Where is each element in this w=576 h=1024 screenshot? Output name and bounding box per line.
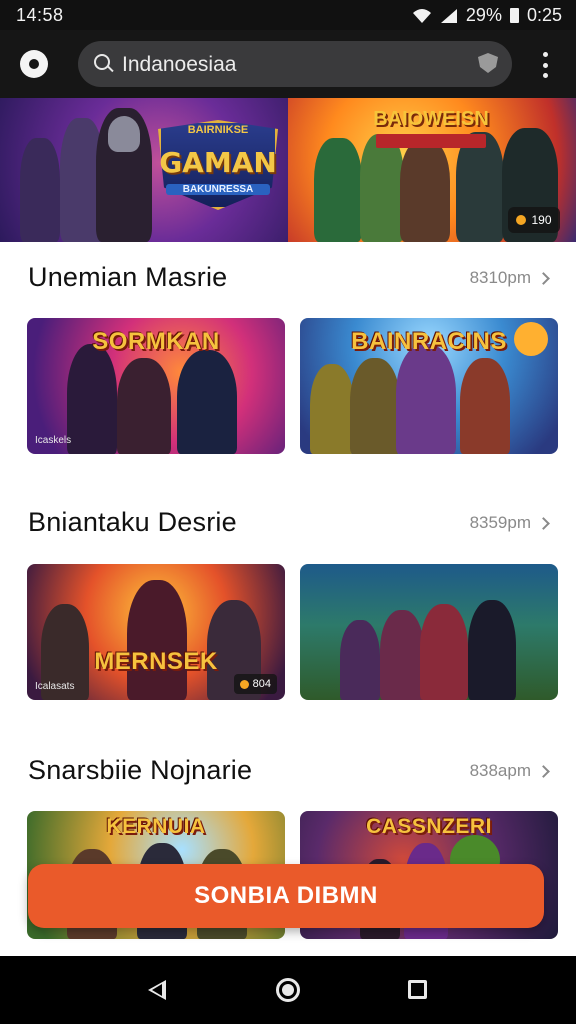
section-more-text: 8359pm (469, 513, 531, 532)
section-more-link[interactable]: 8310pm (469, 268, 550, 288)
section-more-text: 8310pm (469, 268, 531, 287)
wifi-icon (412, 8, 431, 23)
section-header: Bniantaku Desrie 8359pm (28, 507, 550, 543)
section-more-link[interactable]: 8359pm (469, 513, 550, 533)
search-icon (94, 54, 110, 70)
status-icons: 29% 0:25 (412, 5, 562, 26)
app-toolbar: Indanoesiaa (0, 30, 576, 98)
card-title: MERNSEK (94, 648, 218, 675)
chevron-right-icon (537, 271, 550, 285)
coin-icon (516, 215, 527, 225)
search-bar[interactable]: Indanoesiaa (78, 41, 512, 87)
hero-badge: 190 (508, 207, 560, 233)
search-input[interactable]: Indanoesiaa (122, 53, 236, 77)
cta-button[interactable]: SONBIA DIBMN (28, 864, 544, 928)
card-title: CASSNZERI (366, 815, 492, 838)
section-title: Unemian Masrie (28, 262, 228, 292)
card-badge-value: 804 (252, 678, 271, 690)
shield-icon[interactable] (478, 53, 498, 73)
battery-icon (509, 8, 519, 23)
section-more-text: 838apm (469, 761, 531, 780)
game-card[interactable]: SORMKAN Icaskels (27, 318, 285, 454)
status-clock: 0:25 (526, 5, 562, 25)
status-time: 14:58 (16, 5, 64, 25)
card-label: Icaskels (35, 435, 72, 446)
home-icon[interactable] (276, 978, 300, 1002)
battery-percent: 29% (465, 5, 502, 25)
card-title: SORMKAN (92, 328, 220, 355)
section-title: Bniantaku Desrie (28, 507, 237, 537)
game-card[interactable]: MERNSEK Icalasats 804 (27, 564, 285, 700)
status-bar: 14:58 29% 0:25 (0, 0, 576, 30)
chevron-right-icon (537, 764, 550, 778)
card-title: BAINRACINS (351, 328, 507, 355)
hero-right-title: BAIOWEISN (373, 108, 489, 130)
hero-logo-text: GAMAN (159, 146, 277, 179)
system-nav-bar (0, 956, 576, 1024)
hero-badge-value: 190 (531, 213, 552, 227)
section-title: Snarsbiie Nojnarie (28, 755, 253, 785)
section-more-link[interactable]: 838apm (469, 761, 550, 781)
card-title: KERNUIA (106, 815, 206, 838)
game-card[interactable]: BAINRACINS (300, 318, 558, 454)
app-logo-icon[interactable] (20, 50, 48, 78)
chevron-right-icon (537, 516, 550, 530)
signal-icon (440, 8, 457, 23)
section-header: Snarsbiie Nojnarie 838apm (28, 755, 550, 791)
hero-banner[interactable]: BAIRNIKSE GAMAN BAKUNRESSA BAIOWEISN (0, 98, 576, 242)
card-badge: 804 (233, 674, 277, 694)
hero-logo-subtitle: BAKUNRESSA (166, 184, 270, 195)
card-label: Icalasats (35, 681, 75, 692)
game-card[interactable] (300, 564, 558, 700)
more-vertical-icon[interactable] (540, 52, 550, 78)
coin-icon (239, 679, 249, 689)
recents-icon[interactable] (408, 980, 427, 999)
back-icon[interactable] (148, 980, 166, 1000)
hero-logo-top: BAIRNIKSE (187, 124, 249, 136)
hero-right-ribbon (376, 134, 486, 148)
section-header: Unemian Masrie 8310pm (28, 262, 550, 298)
